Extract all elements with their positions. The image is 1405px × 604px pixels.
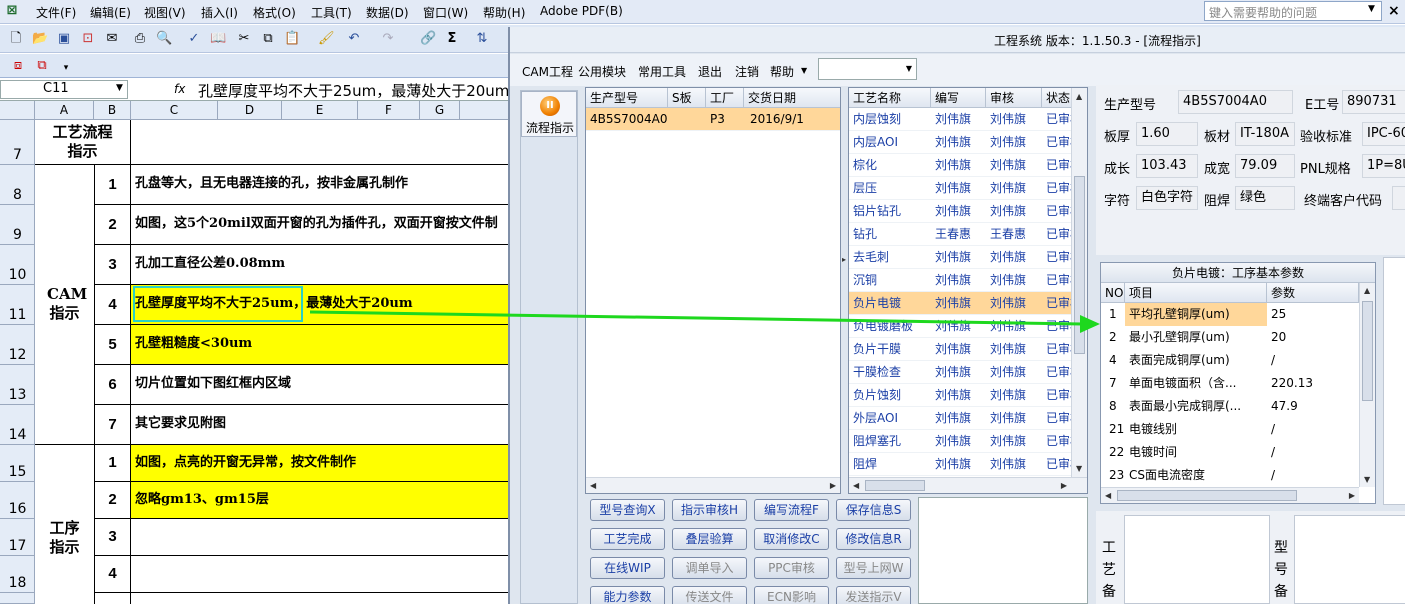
arrow-head [1080, 315, 1100, 333]
annotation-arrow [309, 310, 1100, 333]
arrow-line [309, 310, 1083, 326]
